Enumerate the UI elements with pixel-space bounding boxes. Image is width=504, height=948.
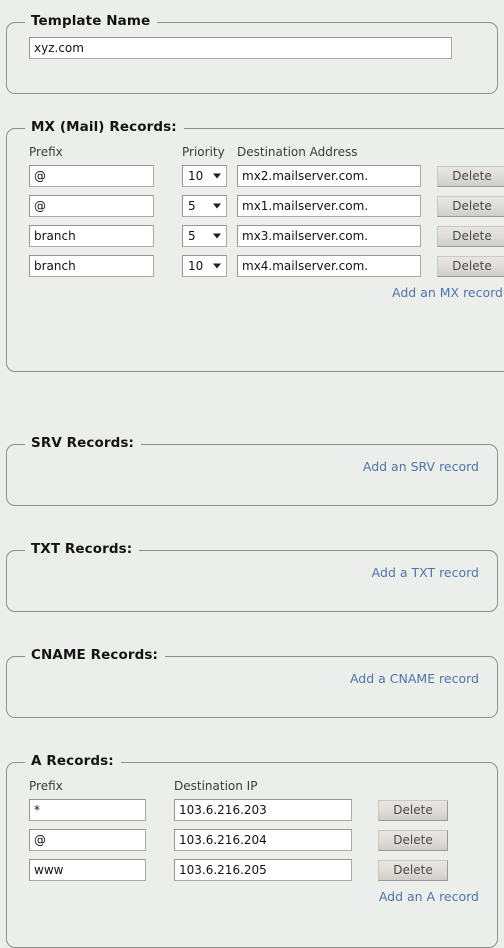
delete-mx-record-button[interactable]: Delete [437, 255, 504, 277]
dns-template-editor: Template Name MX (Mail) Records: Prefix … [0, 0, 504, 948]
mx-priority-select[interactable]: 5 [182, 195, 227, 217]
mx-priority-value: 5 [188, 229, 196, 243]
delete-a-record-button[interactable]: Delete [378, 829, 448, 851]
mx-record-row: 5 Delete [29, 195, 504, 217]
mx-header-row: Prefix Priority Destination Address [29, 145, 504, 159]
mx-rows-container: 10 Delete 5 Delete 5 Delete 10 Delete [29, 165, 504, 277]
mx-destination-input[interactable] [237, 195, 421, 217]
cname-add-row: Add a CNAME record [29, 671, 483, 686]
a-header-prefix: Prefix [29, 779, 63, 793]
mx-prefix-input[interactable] [29, 255, 154, 277]
add-txt-record-link[interactable]: Add a TXT record [372, 565, 479, 580]
txt-records-section: TXT Records: Add a TXT record [6, 542, 498, 612]
a-destination-ip-input[interactable] [174, 799, 352, 821]
mx-destination-input[interactable] [237, 255, 421, 277]
mx-header-prefix: Prefix [29, 145, 63, 159]
mx-record-row: 5 Delete [29, 225, 504, 247]
a-destination-ip-input[interactable] [174, 829, 352, 851]
add-cname-record-link[interactable]: Add a CNAME record [350, 671, 479, 686]
template-name-input[interactable] [29, 37, 452, 59]
mx-priority-select[interactable]: 5 [182, 225, 227, 247]
mx-priority-select[interactable]: 10 [182, 255, 227, 277]
mx-destination-input[interactable] [237, 225, 421, 247]
srv-add-row: Add an SRV record [29, 459, 483, 474]
a-add-row: Add an A record [29, 889, 483, 904]
a-record-row: Delete [29, 829, 483, 851]
mx-priority-value: 10 [188, 259, 204, 273]
mx-header-priority: Priority [182, 145, 225, 159]
a-rows-container: Delete Delete Delete [29, 799, 483, 881]
cname-records-section: CNAME Records: Add a CNAME record [6, 648, 498, 718]
a-prefix-input[interactable] [29, 859, 146, 881]
chevron-down-icon [213, 233, 221, 239]
mx-prefix-input[interactable] [29, 165, 154, 187]
a-prefix-input[interactable] [29, 799, 146, 821]
mx-add-row: Add an MX record [29, 285, 504, 300]
a-header-destination: Destination IP [174, 779, 258, 793]
add-a-record-link[interactable]: Add an A record [379, 889, 479, 904]
mx-prefix-input[interactable] [29, 195, 154, 217]
mx-header-destination: Destination Address [237, 145, 358, 159]
txt-records-legend: TXT Records: [25, 542, 140, 557]
add-srv-record-link[interactable]: Add an SRV record [363, 459, 479, 474]
mx-prefix-input[interactable] [29, 225, 154, 247]
mx-records-legend: MX (Mail) Records: [25, 120, 184, 135]
a-destination-ip-input[interactable] [174, 859, 352, 881]
delete-mx-record-button[interactable]: Delete [437, 225, 504, 247]
template-name-legend: Template Name [25, 14, 158, 29]
mx-priority-select[interactable]: 10 [182, 165, 227, 187]
mx-records-section: MX (Mail) Records: Prefix Priority Desti… [6, 120, 504, 372]
add-mx-record-link[interactable]: Add an MX record [392, 285, 503, 300]
delete-a-record-button[interactable]: Delete [378, 799, 448, 821]
cname-records-legend: CNAME Records: [25, 648, 165, 663]
chevron-down-icon [213, 263, 221, 269]
delete-mx-record-button[interactable]: Delete [437, 195, 504, 217]
a-prefix-input[interactable] [29, 829, 146, 851]
a-records-section: A Records: Prefix Destination IP DeleteD… [6, 754, 498, 948]
a-header-row: Prefix Destination IP [29, 779, 483, 793]
chevron-down-icon [213, 173, 221, 179]
srv-records-legend: SRV Records: [25, 436, 142, 451]
a-record-row: Delete [29, 799, 483, 821]
delete-a-record-button[interactable]: Delete [378, 859, 448, 881]
a-record-row: Delete [29, 859, 483, 881]
txt-add-row: Add a TXT record [29, 565, 483, 580]
mx-record-row: 10 Delete [29, 165, 504, 187]
mx-priority-value: 10 [188, 169, 204, 183]
template-name-section: Template Name [6, 14, 498, 94]
chevron-down-icon [213, 203, 221, 209]
delete-mx-record-button[interactable]: Delete [437, 165, 504, 187]
mx-priority-value: 5 [188, 199, 196, 213]
mx-destination-input[interactable] [237, 165, 421, 187]
a-records-legend: A Records: [25, 754, 121, 769]
srv-records-section: SRV Records: Add an SRV record [6, 436, 498, 506]
mx-record-row: 10 Delete [29, 255, 504, 277]
